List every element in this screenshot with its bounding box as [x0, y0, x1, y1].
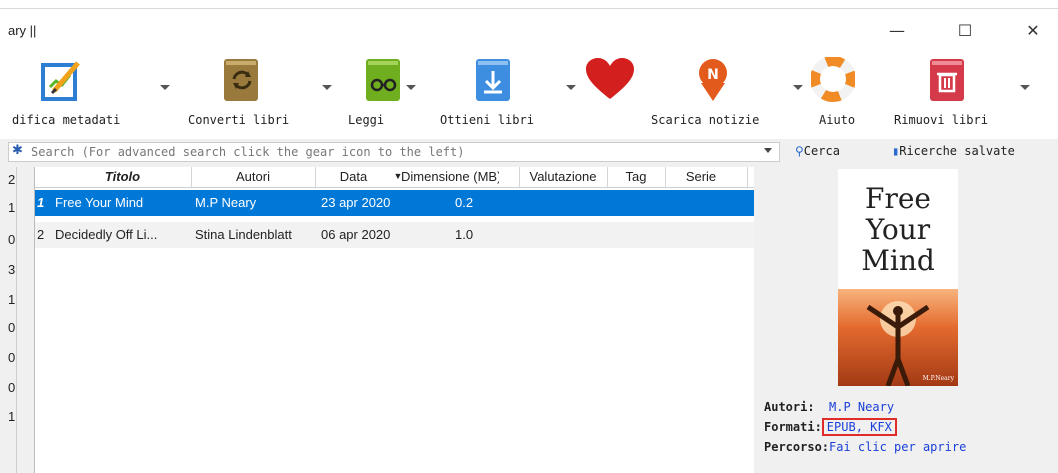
read-dropdown-icon[interactable]	[406, 85, 416, 90]
cell-author: M.P Neary	[195, 195, 257, 210]
column-header-title[interactable]: Titolo	[55, 169, 190, 184]
lifebuoy-icon	[811, 57, 855, 102]
edit-metadata-label: difica metadati	[12, 113, 121, 127]
title-bar: ary || — ☐ ✕	[0, 9, 1058, 51]
cell-date: 23 apr 2020	[321, 195, 391, 210]
row-number: 2	[37, 227, 45, 242]
column-header-tags[interactable]: Tag	[608, 169, 664, 184]
formats-row: Formati: EPUB, KFX	[764, 418, 897, 436]
column-header-series[interactable]: Serie	[666, 169, 736, 184]
book-cover[interactable]: Free Your Mind M.P.Neary	[838, 169, 958, 387]
toolbar: difica metadati Converti libri Leggi Ott…	[0, 51, 1058, 139]
path-label: Percorso:	[764, 440, 830, 454]
column-header-authors[interactable]: Autori	[192, 169, 314, 184]
saved-searches-button[interactable]: ▮Ricerche salvate	[892, 144, 1015, 158]
tag-browser-counts: 2 1 0 3 1 0 0 0 1	[8, 167, 17, 473]
remove-books-label: Rimuovi libri	[894, 113, 988, 127]
table-row[interactable]: 1 Free Your Mind M.P Neary 23 apr 2020 0…	[35, 190, 754, 216]
donate-button[interactable]	[580, 51, 640, 139]
column-header-rating[interactable]: Valutazione	[520, 169, 606, 184]
path-link[interactable]: Fai clic per aprire	[829, 440, 966, 454]
formats-link[interactable]: EPUB, KFX	[827, 420, 892, 434]
close-button[interactable]: ✕	[1010, 13, 1056, 47]
book-details-panel: Free Your Mind M.P.Neary Autori: M.P Nea…	[760, 167, 1058, 473]
cover-author: M.P.Neary	[922, 375, 954, 382]
cover-title: Free Your Mind	[861, 182, 935, 277]
search-bar: Search (For advanced search click the ge…	[0, 139, 1058, 165]
news-icon: N	[699, 59, 727, 101]
magnifier-icon: ⚲	[795, 144, 804, 158]
convert-books-button[interactable]: Converti libri	[180, 51, 340, 139]
book-list-table: Titolo Autori Data ▼ Dimensione (MB) Val…	[34, 167, 754, 473]
cover-image: M.P.Neary	[838, 289, 958, 387]
svg-text:N: N	[707, 67, 719, 83]
cell-title: Free Your Mind	[55, 195, 144, 210]
get-books-icon	[476, 59, 510, 101]
count-item[interactable]: 0	[8, 320, 20, 335]
remove-books-dropdown-icon[interactable]	[1020, 85, 1030, 90]
get-books-label: Ottieni libri	[440, 113, 534, 127]
edit-metadata-icon	[41, 61, 80, 101]
cell-title: Decidedly Off Li...	[55, 227, 158, 242]
window-title: ary ||	[8, 23, 37, 38]
count-item[interactable]: 1	[8, 409, 20, 424]
download-news-dropdown-icon[interactable]	[793, 85, 803, 90]
authors-row: Autori: M.P Neary	[764, 400, 894, 414]
formats-highlight-box: EPUB, KFX	[821, 418, 897, 436]
cell-author: Stina Lindenblatt	[195, 227, 292, 242]
read-label: Leggi	[348, 113, 385, 127]
count-item[interactable]: 1	[8, 200, 20, 215]
search-input[interactable]: Search (For advanced search click the ge…	[8, 142, 780, 162]
count-item[interactable]: 3	[8, 262, 20, 277]
search-button-label: Cerca	[803, 144, 840, 158]
column-header-size[interactable]: Dimensione (MB)	[401, 169, 499, 184]
read-book-icon	[366, 59, 400, 101]
column-header-date[interactable]: Data	[316, 169, 391, 184]
saved-searches-label: Ricerche salvate	[899, 144, 1015, 158]
remove-books-button[interactable]: Rimuovi libri	[870, 51, 1040, 139]
edit-metadata-dropdown-icon[interactable]	[160, 85, 170, 90]
download-news-label: Scarica notizie	[651, 113, 760, 127]
path-row: Percorso:Fai clic per aprire	[764, 440, 966, 454]
authors-link[interactable]: M.P Neary	[829, 400, 894, 414]
convert-books-label: Converti libri	[188, 113, 290, 127]
get-books-dropdown-icon[interactable]	[566, 85, 576, 90]
table-row[interactable]: 2 Decidedly Off Li... Stina Lindenblatt …	[35, 222, 754, 248]
minimize-button[interactable]: —	[874, 13, 920, 47]
download-news-button[interactable]: N Scarica notizie	[645, 51, 805, 139]
row-number: 1	[37, 195, 45, 210]
top-edge	[0, 0, 1058, 9]
column-separator[interactable]	[747, 167, 748, 187]
convert-books-dropdown-icon[interactable]	[322, 85, 332, 90]
person-silhouette-icon	[866, 301, 930, 387]
count-item[interactable]: 2	[8, 172, 20, 187]
heart-icon	[586, 58, 634, 99]
search-button[interactable]: ⚲Cerca	[795, 144, 840, 158]
search-history-dropdown-icon[interactable]	[764, 148, 772, 153]
edit-metadata-button[interactable]: difica metadati	[0, 51, 175, 139]
gear-icon[interactable]: ✱	[12, 143, 23, 158]
convert-books-icon	[224, 59, 258, 101]
cell-size: 1.0	[455, 227, 474, 242]
remove-books-icon	[930, 59, 964, 101]
read-button[interactable]: Leggi	[340, 51, 430, 139]
count-item[interactable]: 0	[8, 380, 20, 395]
cell-date: 06 apr 2020	[321, 227, 391, 242]
maximize-button[interactable]: ☐	[942, 13, 988, 47]
count-item[interactable]: 0	[8, 232, 20, 247]
help-button[interactable]: Aiuto	[805, 51, 865, 139]
get-books-button[interactable]: Ottieni libri	[430, 51, 580, 139]
help-label: Aiuto	[819, 113, 856, 127]
cell-size: 0.2	[455, 195, 474, 210]
count-item[interactable]: 0	[8, 350, 20, 365]
count-item[interactable]: 1	[8, 292, 20, 307]
table-header: Titolo Autori Data ▼ Dimensione (MB) Val…	[35, 167, 754, 188]
formats-label: Formati:	[764, 420, 822, 434]
authors-label: Autori:	[764, 400, 815, 414]
